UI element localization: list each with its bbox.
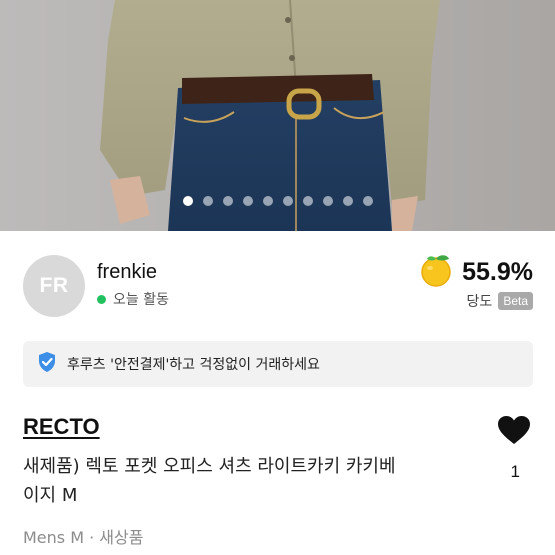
product-meta: Mens M · 새상품	[23, 528, 144, 547]
product-title: 새제품) 렉토 포켓 오피스 셔츠 라이트카키 카키베 이지 M	[23, 452, 493, 510]
product-title-line: 새제품) 렉토 포켓 오피스 셔츠 라이트카키 카키베	[23, 456, 396, 477]
score-label: 당도	[466, 294, 493, 310]
avatar[interactable]: FR	[23, 255, 85, 317]
online-status-dot	[97, 294, 106, 304]
carousel-dot[interactable]	[342, 196, 353, 206]
safe-payment-message: 후루츠 '안전결제'하고 걱정없이 거래하세요	[67, 357, 320, 373]
seller-name[interactable]: frenkie	[97, 261, 157, 284]
like-count: 1	[510, 462, 520, 481]
carousel-dot[interactable]	[182, 196, 193, 206]
carousel-dot[interactable]	[362, 196, 373, 206]
sweetness-score[interactable]: 55.9%	[418, 253, 533, 291]
citrus-fruit-icon	[418, 253, 454, 291]
score-value: 55.9%	[462, 257, 533, 286]
carousel-dot[interactable]	[202, 196, 213, 206]
carousel-dot[interactable]	[302, 196, 313, 206]
heart-icon	[497, 416, 531, 449]
shield-check-icon	[37, 351, 57, 377]
score-label-row: 당도 Beta	[467, 291, 533, 311]
like-button[interactable]	[497, 415, 531, 449]
activity-status-label: 오늘 활동	[113, 292, 169, 308]
carousel-dot[interactable]	[242, 196, 253, 206]
activity-status: 오늘 활동	[97, 289, 169, 309]
carousel-dot[interactable]	[262, 196, 273, 206]
carousel-dot[interactable]	[322, 196, 333, 206]
product-image[interactable]	[0, 0, 555, 231]
carousel-dot[interactable]	[222, 196, 233, 206]
carousel-indicator[interactable]	[0, 196, 555, 206]
safe-payment-banner[interactable]: 후루츠 '안전결제'하고 걱정없이 거래하세요	[23, 341, 533, 387]
brand-link[interactable]: RECTO	[23, 414, 100, 440]
carousel-dot[interactable]	[282, 196, 293, 206]
seller-section[interactable]: FR frenkie 오늘 활동 55.9% 당도 Beta	[0, 231, 555, 331]
product-title-line: 이지 M	[23, 485, 78, 506]
beta-badge: Beta	[498, 292, 533, 310]
